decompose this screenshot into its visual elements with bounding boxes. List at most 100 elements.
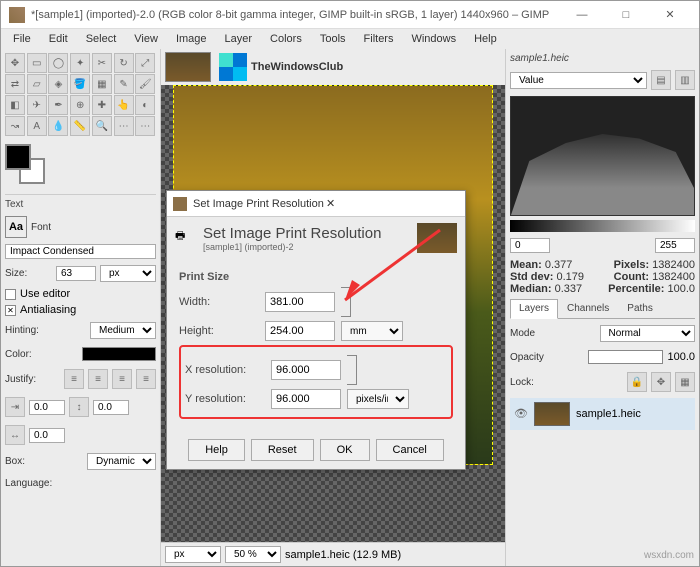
yres-input[interactable] bbox=[271, 389, 341, 409]
tool-measure[interactable]: 📏 bbox=[70, 116, 90, 136]
indent-input[interactable] bbox=[29, 400, 65, 415]
tool-heal[interactable]: ✚ bbox=[92, 95, 112, 115]
font-icon[interactable]: Aa bbox=[5, 216, 27, 238]
width-input[interactable] bbox=[265, 292, 335, 312]
tool-smudge[interactable]: 👆 bbox=[114, 95, 134, 115]
justify-center-icon[interactable]: ≡ bbox=[112, 369, 132, 389]
logo-text: TheWindowsClub bbox=[251, 61, 343, 73]
menu-file[interactable]: File bbox=[5, 31, 39, 47]
lock-alpha-icon[interactable]: ▦ bbox=[675, 372, 695, 392]
justify-right-icon[interactable]: ≡ bbox=[88, 369, 108, 389]
tool-clone[interactable]: ⊕ bbox=[70, 95, 90, 115]
menu-help[interactable]: Help bbox=[466, 31, 505, 47]
menu-filters[interactable]: Filters bbox=[356, 31, 402, 47]
res-link-icon[interactable] bbox=[347, 355, 357, 385]
menu-select[interactable]: Select bbox=[78, 31, 125, 47]
antialias-checkbox[interactable]: ✕Antialiasing bbox=[5, 304, 156, 316]
font-input[interactable] bbox=[5, 244, 156, 259]
zoom-select[interactable]: 50 % bbox=[225, 546, 281, 563]
tool-free-select[interactable]: ◯ bbox=[48, 53, 68, 73]
height-input[interactable] bbox=[265, 321, 335, 341]
letter-spacing-input[interactable] bbox=[29, 428, 65, 443]
maximize-button[interactable]: □ bbox=[605, 3, 647, 27]
tool-picker[interactable]: 💧 bbox=[48, 116, 68, 136]
image-thumbnail[interactable] bbox=[165, 52, 211, 82]
menu-colors[interactable]: Colors bbox=[262, 31, 310, 47]
tool-pencil[interactable]: ✎ bbox=[114, 74, 134, 94]
ok-button[interactable]: OK bbox=[320, 439, 370, 461]
tool-perspective[interactable]: ▱ bbox=[27, 74, 47, 94]
tool-ink[interactable]: ✒ bbox=[48, 95, 68, 115]
tool-text[interactable]: A bbox=[27, 116, 47, 136]
text-color-swatch[interactable] bbox=[82, 347, 157, 361]
justify-left-icon[interactable]: ≡ bbox=[64, 369, 84, 389]
tool-rotate[interactable]: ↻ bbox=[114, 53, 134, 73]
fg-color[interactable] bbox=[5, 144, 31, 170]
image-name: sample1.heic bbox=[510, 53, 695, 64]
blend-mode-select[interactable]: Normal bbox=[600, 325, 696, 342]
menu-tools[interactable]: Tools bbox=[312, 31, 354, 47]
tool-rect-select[interactable]: ▭ bbox=[27, 53, 47, 73]
size-unit-select[interactable]: mm bbox=[341, 321, 403, 341]
histogram-stats: Mean: 0.377Pixels: 1382400 Std dev: 0.17… bbox=[510, 259, 695, 295]
layer-row[interactable]: 👁 sample1.heic bbox=[510, 398, 695, 430]
minimize-button[interactable]: — bbox=[561, 3, 603, 27]
tool-scale[interactable]: ⤢ bbox=[135, 53, 155, 73]
menu-layer[interactable]: Layer bbox=[217, 31, 261, 47]
visibility-icon[interactable]: 👁 bbox=[514, 407, 528, 421]
box-select[interactable]: Dynamic bbox=[87, 453, 156, 470]
reset-button[interactable]: Reset bbox=[251, 439, 314, 461]
xres-input[interactable] bbox=[271, 360, 341, 380]
size-link-icon[interactable] bbox=[341, 287, 351, 317]
tool-bucket[interactable]: 🪣 bbox=[70, 74, 90, 94]
res-unit-select[interactable]: pixels/in bbox=[347, 389, 409, 409]
close-button[interactable]: ✕ bbox=[649, 3, 691, 27]
cancel-button[interactable]: Cancel bbox=[376, 439, 444, 461]
range-lo-input[interactable] bbox=[510, 238, 550, 253]
unit-select[interactable]: px bbox=[165, 546, 221, 563]
histogram-log-icon[interactable]: ▥ bbox=[675, 70, 695, 90]
gradient-bar bbox=[510, 220, 695, 232]
tool-zoom[interactable]: 🔍 bbox=[92, 116, 112, 136]
tab-layers[interactable]: Layers bbox=[510, 299, 558, 319]
color-swatch[interactable] bbox=[5, 144, 55, 184]
lock-label: Lock: bbox=[510, 377, 623, 388]
dialog-close-button[interactable]: ✕ bbox=[326, 197, 459, 210]
layer-tabs: Layers Channels Paths bbox=[510, 299, 695, 319]
opacity-slider[interactable] bbox=[588, 350, 664, 364]
help-button[interactable]: Help bbox=[188, 439, 245, 461]
tool-unified[interactable]: ◈ bbox=[48, 74, 68, 94]
tool-extra2[interactable]: ⋯ bbox=[135, 116, 155, 136]
tool-extra[interactable]: ⋯ bbox=[114, 116, 134, 136]
tool-airbrush[interactable]: ✈ bbox=[27, 95, 47, 115]
menu-windows[interactable]: Windows bbox=[403, 31, 464, 47]
lock-pixels-icon[interactable]: 🔒 bbox=[627, 372, 647, 392]
menu-edit[interactable]: Edit bbox=[41, 31, 76, 47]
tab-paths[interactable]: Paths bbox=[618, 299, 662, 318]
height-label: Height: bbox=[179, 325, 259, 337]
size-input[interactable] bbox=[56, 266, 96, 281]
range-hi-input[interactable] bbox=[655, 238, 695, 253]
tool-crop[interactable]: ✂ bbox=[92, 53, 112, 73]
box-label: Box: bbox=[5, 456, 83, 467]
tool-paintbrush[interactable]: 🖌 bbox=[135, 74, 155, 94]
hinting-select[interactable]: Medium bbox=[90, 322, 156, 339]
tool-path[interactable]: ↝ bbox=[5, 116, 25, 136]
justify-fill-icon[interactable]: ≡ bbox=[136, 369, 156, 389]
size-unit-select[interactable]: px bbox=[100, 265, 156, 282]
histogram-channel-select[interactable]: Value bbox=[510, 72, 647, 89]
tool-gradient[interactable]: ▦ bbox=[92, 74, 112, 94]
line-spacing-input[interactable] bbox=[93, 400, 129, 415]
tool-flip[interactable]: ⇄ bbox=[5, 74, 25, 94]
tool-fuzzy-select[interactable]: ✦ bbox=[70, 53, 90, 73]
menu-view[interactable]: View bbox=[126, 31, 166, 47]
tab-channels[interactable]: Channels bbox=[558, 299, 618, 318]
menu-image[interactable]: Image bbox=[168, 31, 215, 47]
tool-move[interactable]: ✥ bbox=[5, 53, 25, 73]
tool-dodge[interactable]: ◐ bbox=[135, 95, 155, 115]
histogram-linear-icon[interactable]: ▤ bbox=[651, 70, 671, 90]
use-editor-checkbox[interactable]: Use editor bbox=[5, 288, 156, 300]
tool-eraser[interactable]: ◧ bbox=[5, 95, 25, 115]
dialog-icon bbox=[173, 197, 187, 211]
lock-position-icon[interactable]: ✥ bbox=[651, 372, 671, 392]
